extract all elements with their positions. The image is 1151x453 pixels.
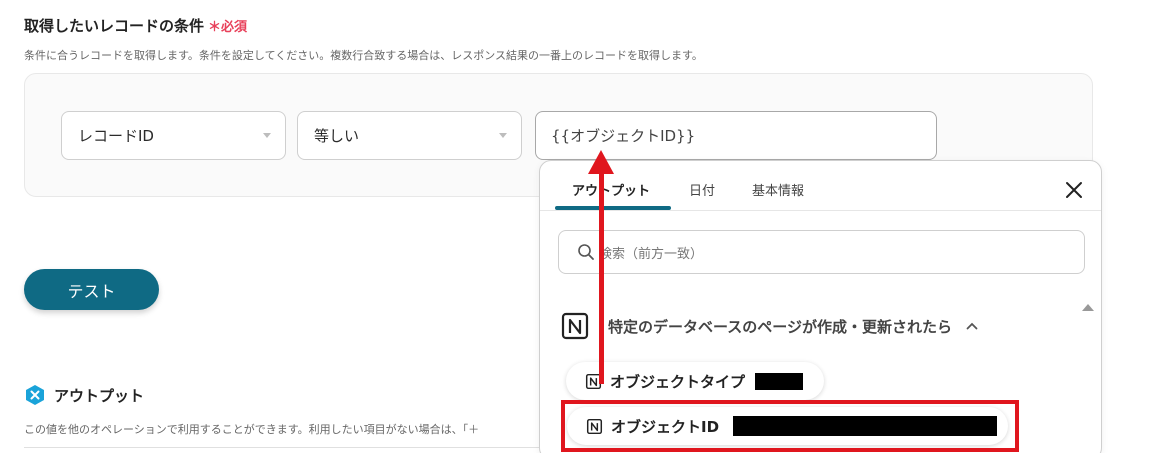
section-description: 条件に合うレコードを取得します。条件を設定してください。複数行合致する場合は、レ… [24, 49, 703, 62]
source-label: 特定のデータベースのページが作成・更新されたら [608, 317, 952, 336]
operator-select[interactable]: 等しい [297, 111, 522, 160]
chevron-up-icon [966, 322, 978, 330]
output-item-label: オブジェクトタイプ [610, 372, 746, 391]
search-input[interactable]: 検索（前方一致） [558, 230, 1085, 274]
divider [24, 447, 544, 448]
test-button[interactable]: テスト [24, 269, 159, 310]
caret-down-icon [263, 133, 271, 138]
section-title: 取得したいレコードの条件 ＊必須 [24, 15, 247, 36]
tab-output[interactable]: アウトプット [572, 180, 650, 199]
highlight-annotation [561, 400, 1019, 452]
redacted-value [755, 372, 804, 390]
section-title-text: 取得したいレコードの条件 [24, 17, 205, 35]
output-description: この値を他のオペレーションで利用することができます。利用したい項目がない場合は、… [24, 423, 480, 436]
field-select-value: レコードID [78, 127, 154, 145]
caret-down-icon [499, 133, 507, 138]
tab-basic-info[interactable]: 基本情報 [752, 180, 804, 199]
output-title-text: アウトプット [54, 386, 145, 405]
operator-select-value: 等しい [314, 127, 360, 145]
required-label: ＊必須 [208, 20, 248, 35]
search-icon [578, 244, 594, 260]
source-group-header[interactable]: 特定のデータベースのページが作成・更新されたら [560, 311, 978, 341]
tab-date[interactable]: 日付 [689, 180, 715, 199]
value-input-text: {{オブジェクトID}} [551, 127, 696, 145]
output-title: アウトプット [24, 384, 144, 406]
search-placeholder: 検索（前方一致） [599, 246, 704, 262]
output-item-object-type[interactable]: オブジェクトタイプ [566, 362, 824, 400]
notion-icon [561, 312, 589, 340]
notion-icon [585, 373, 602, 389]
scroll-up-icon[interactable] [1082, 304, 1094, 311]
close-icon[interactable] [1063, 179, 1085, 201]
tab-divider [540, 210, 1101, 211]
output-badge-icon [26, 385, 44, 405]
field-select[interactable]: レコードID [61, 111, 286, 160]
value-input[interactable]: {{オブジェクトID}} [535, 111, 937, 160]
